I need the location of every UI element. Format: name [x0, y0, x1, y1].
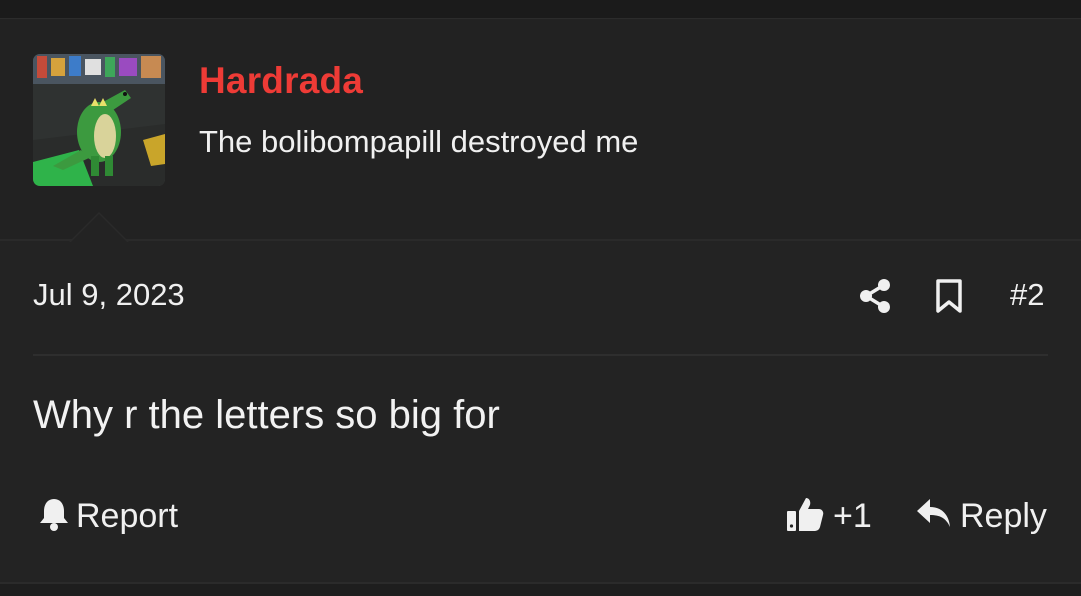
like-button[interactable]: +1	[785, 494, 872, 538]
report-label: Report	[76, 496, 179, 535]
post-author-block: Hardrada The bolibompapill destroyed me	[0, 20, 1081, 241]
previous-post-edge	[0, 0, 1081, 19]
like-count: +1	[833, 496, 872, 535]
post-date[interactable]: Jul 9, 2023	[33, 277, 185, 313]
post-body: Why r the letters so big for	[33, 393, 500, 437]
post-number-link[interactable]: #2	[1010, 277, 1044, 313]
forum-post: Hardrada The bolibompapill destroyed me …	[0, 0, 1081, 596]
dinosaur-avatar-icon[interactable]	[33, 54, 165, 186]
author-title: The bolibompapill destroyed me	[199, 124, 639, 159]
bell-icon	[38, 496, 70, 537]
thumbs-up-icon	[785, 494, 825, 539]
bookmark-icon[interactable]	[934, 278, 964, 314]
share-icon[interactable]	[858, 278, 892, 314]
author-username[interactable]: Hardrada	[199, 60, 363, 102]
reply-icon	[916, 497, 952, 536]
report-button[interactable]: Report	[38, 494, 178, 538]
author-pointer	[69, 212, 129, 242]
next-post-edge	[0, 584, 1081, 596]
divider	[33, 354, 1048, 356]
reply-button[interactable]: Reply	[916, 494, 1047, 538]
reply-label: Reply	[960, 496, 1047, 535]
